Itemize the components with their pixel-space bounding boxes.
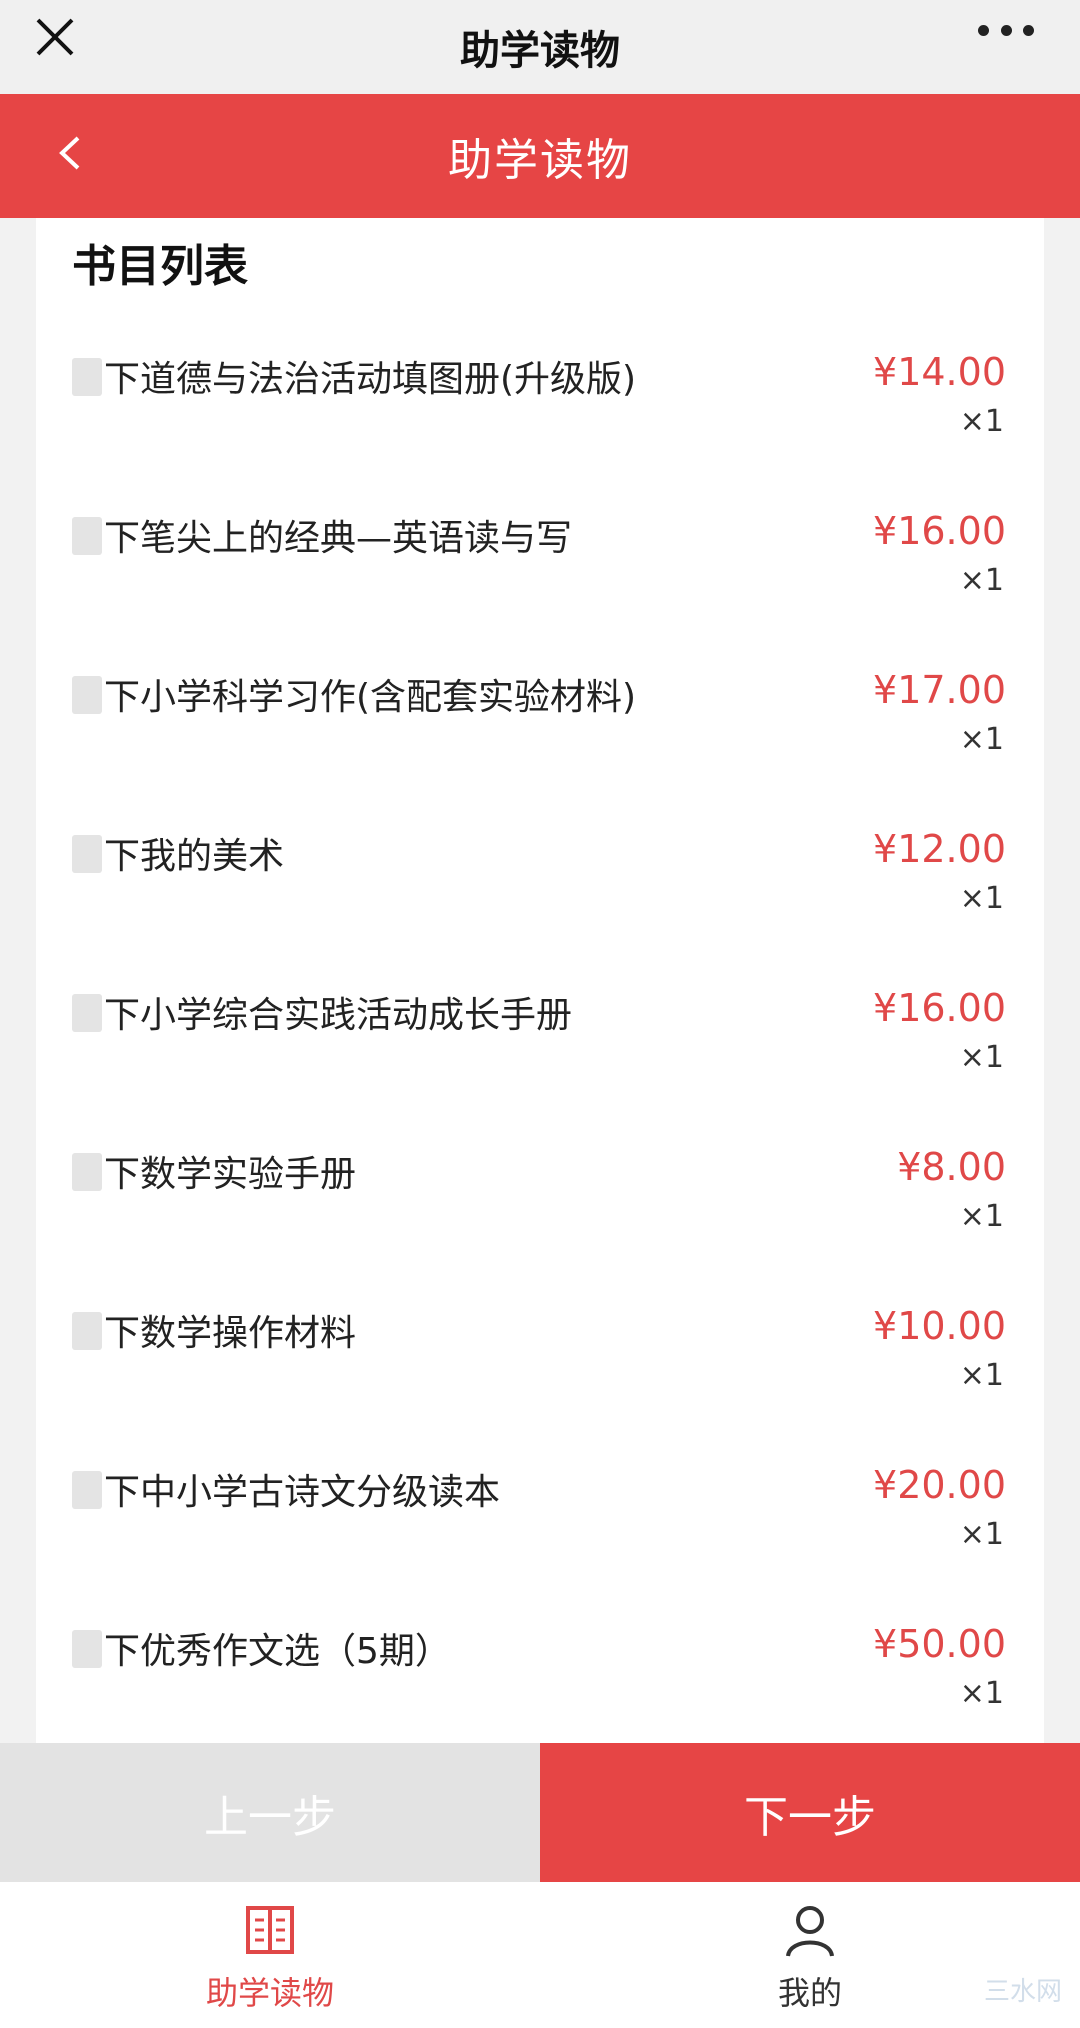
book-name: 下数学实验手册 — [104, 1154, 357, 1195]
book-name: 下中小学古诗文分级读本 — [104, 1472, 501, 1513]
top-bar: 助学读物 — [0, 0, 1080, 94]
book-item: 下笔尖上的经典—英语读与写 ¥16.00 ×1 — [36, 487, 1044, 646]
book-quantity: ×1 — [959, 404, 1004, 439]
book-price: ¥50.00 — [873, 1622, 1006, 1666]
book-thumbnail — [72, 1312, 102, 1350]
tab-study-reading[interactable]: 助学读物 — [0, 1882, 540, 2028]
book-name: 下小学科学习作(含配套实验材料) — [104, 677, 637, 718]
book-thumbnail — [72, 517, 102, 555]
book-list-card: 书目列表 下道德与法治活动填图册(升级版) ¥14.00 ×1 下笔尖上的经典—… — [36, 218, 1044, 1743]
book-item: 下优秀作文选（5期） ¥50.00 ×1 — [36, 1600, 1044, 1759]
section-title: 书目列表 — [72, 241, 248, 292]
book-quantity: ×1 — [959, 1040, 1004, 1075]
bottom-tab-bar: 助学读物 我的 三水网 — [0, 1882, 1080, 2028]
book-price: ¥17.00 — [873, 668, 1006, 712]
tab-label: 助学读物 — [205, 1974, 334, 2012]
watermark: 三水网 — [983, 1977, 1062, 2007]
book-price: ¥16.00 — [873, 986, 1006, 1030]
page-header: 助学读物 — [0, 94, 1080, 218]
book-quantity: ×1 — [959, 1358, 1004, 1393]
book-thumbnail — [72, 1630, 102, 1668]
previous-step-button[interactable]: 上一步 — [0, 1743, 540, 1882]
book-price: ¥10.00 — [873, 1304, 1006, 1348]
book-quantity: ×1 — [959, 1199, 1004, 1234]
book-price: ¥12.00 — [873, 827, 1006, 871]
book-name: 下优秀作文选（5期） — [104, 1631, 451, 1672]
book-quantity: ×1 — [959, 1517, 1004, 1552]
page-title: 助学读物 — [448, 135, 632, 186]
book-item: 下中小学古诗文分级读本 ¥20.00 ×1 — [36, 1441, 1044, 1600]
book-quantity: ×1 — [959, 881, 1004, 916]
tab-label: 我的 — [777, 1974, 842, 2012]
back-arrow-icon[interactable] — [50, 130, 90, 176]
step-buttons: 上一步 下一步 — [0, 1743, 1080, 1882]
book-quantity: ×1 — [959, 722, 1004, 757]
book-name: 下数学操作材料 — [104, 1313, 357, 1354]
book-quantity: ×1 — [959, 563, 1004, 598]
book-name: 下我的美术 — [104, 836, 285, 877]
close-icon[interactable] — [30, 12, 80, 62]
book-item: 下数学实验手册 ¥8.00 ×1 — [36, 1123, 1044, 1282]
book-list: 下道德与法治活动填图册(升级版) ¥14.00 ×1 下笔尖上的经典—英语读与写… — [36, 328, 1044, 1759]
book-price: ¥8.00 — [897, 1145, 1006, 1189]
book-price: ¥14.00 — [873, 350, 1006, 394]
book-item: 下数学操作材料 ¥10.00 ×1 — [36, 1282, 1044, 1441]
book-item: 下我的美术 ¥12.00 ×1 — [36, 805, 1044, 964]
book-icon — [246, 1906, 294, 1954]
window-title: 助学读物 — [460, 28, 620, 74]
book-name: 下小学综合实践活动成长手册 — [104, 995, 573, 1036]
book-thumbnail — [72, 676, 102, 714]
book-price: ¥20.00 — [873, 1463, 1006, 1507]
book-item: 下小学综合实践活动成长手册 ¥16.00 ×1 — [36, 964, 1044, 1123]
book-quantity: ×1 — [959, 1676, 1004, 1711]
next-step-button[interactable]: 下一步 — [540, 1743, 1080, 1882]
book-thumbnail — [72, 1471, 102, 1509]
book-item: 下小学科学习作(含配套实验材料) ¥17.00 ×1 — [36, 646, 1044, 805]
book-price: ¥16.00 — [873, 509, 1006, 553]
user-icon — [786, 1906, 834, 1957]
book-thumbnail — [72, 358, 102, 396]
book-thumbnail — [72, 835, 102, 873]
book-item: 下道德与法治活动填图册(升级版) ¥14.00 ×1 — [36, 328, 1044, 487]
book-thumbnail — [72, 994, 102, 1032]
more-options-icon[interactable] — [978, 20, 1034, 40]
book-thumbnail — [72, 1153, 102, 1191]
book-name: 下笔尖上的经典—英语读与写 — [104, 518, 573, 559]
book-name: 下道德与法治活动填图册(升级版) — [104, 359, 637, 400]
